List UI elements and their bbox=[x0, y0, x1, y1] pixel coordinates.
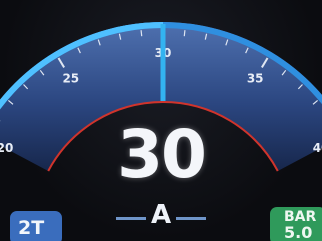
pressure-badge-value: 5.0 bbox=[284, 223, 313, 241]
instrument-display: 2025303540 30 A 2T BAR 5.0 bbox=[0, 0, 322, 241]
pressure-badge[interactable]: BAR 5.0 bbox=[270, 207, 322, 241]
speed-readout: 30 bbox=[117, 116, 207, 193]
gauge-tick bbox=[140, 30, 143, 37]
gauge-tick-label: 40 bbox=[313, 141, 322, 155]
gear-indicator: A bbox=[110, 200, 212, 232]
mode-badge-left[interactable]: 2T bbox=[10, 211, 62, 241]
gauge-tick-label: 25 bbox=[62, 72, 79, 86]
gauge-tick-label: 35 bbox=[247, 72, 264, 86]
gear-letter: A bbox=[150, 200, 172, 230]
gauge-tick bbox=[183, 30, 186, 37]
gear-dash-right bbox=[176, 217, 206, 220]
gauge-tick-label: 20 bbox=[0, 141, 13, 155]
